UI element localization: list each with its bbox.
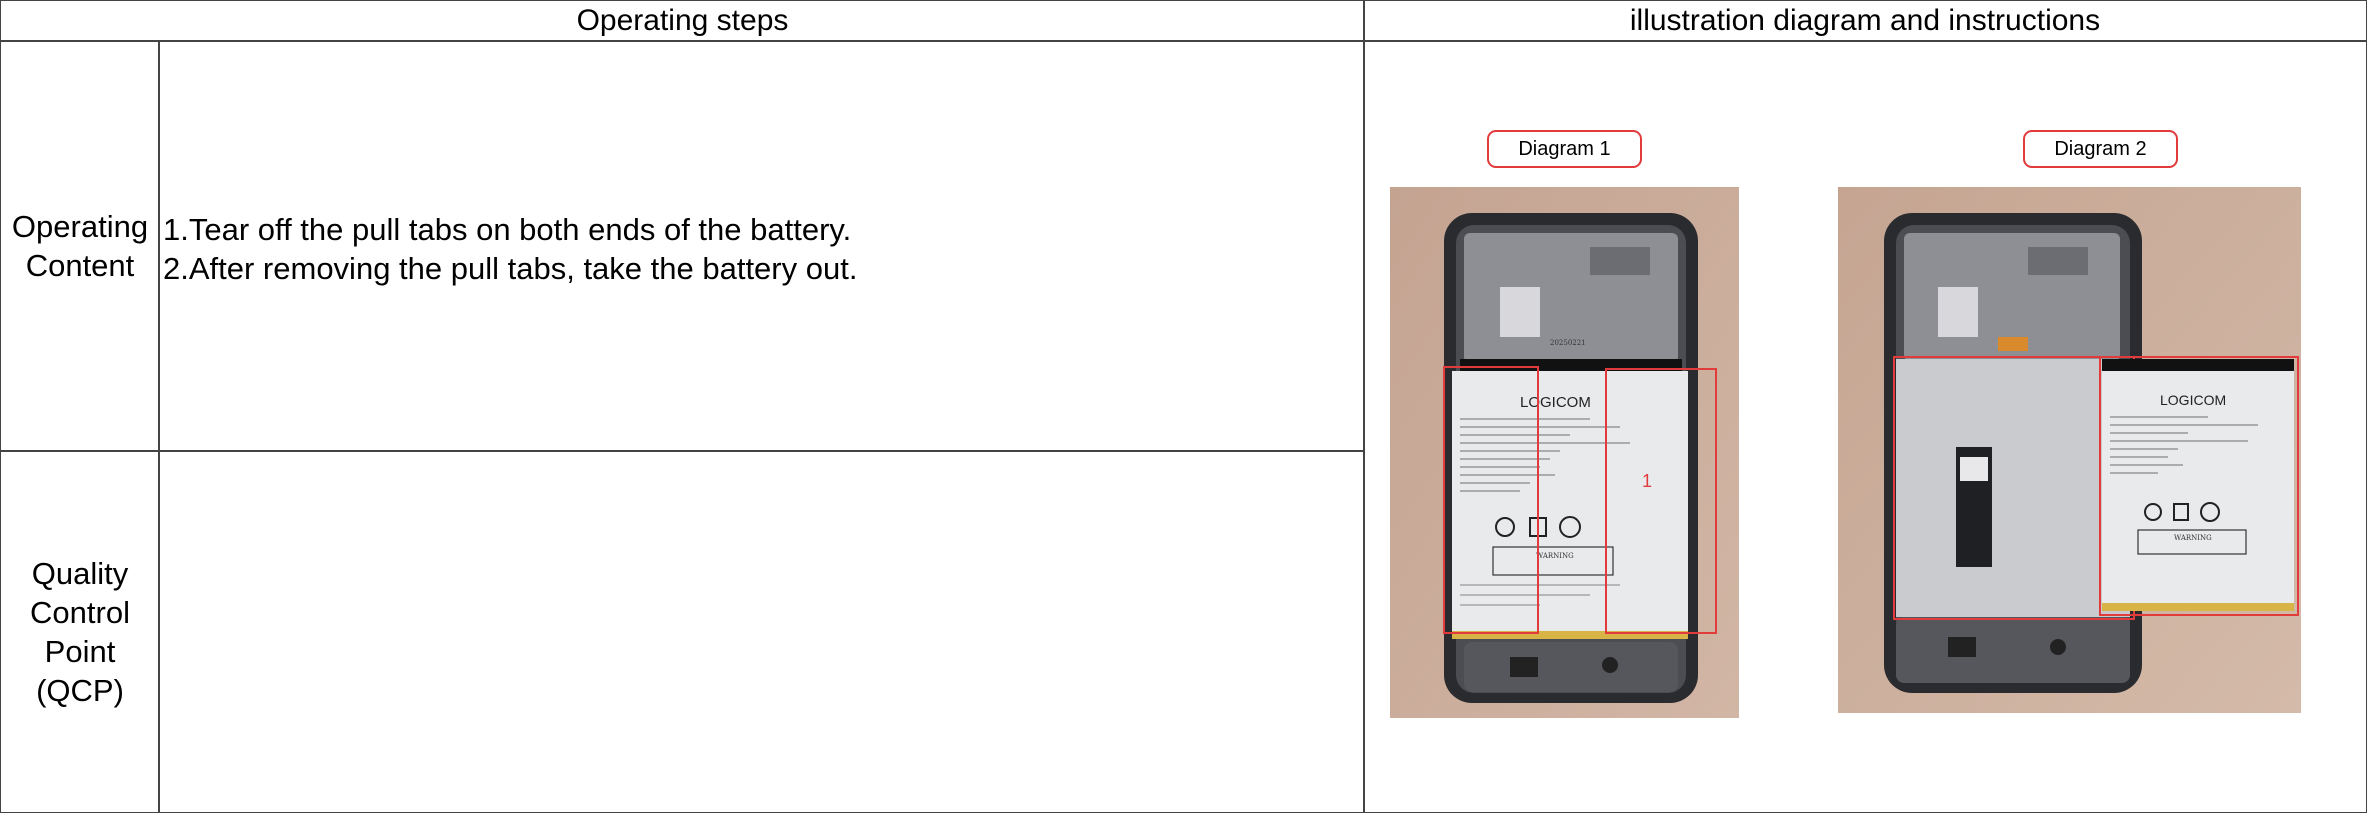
header-operating-steps: Operating steps bbox=[0, 0, 1365, 42]
diagram-2-photo: LOGICOM WARNING bbox=[1838, 187, 2301, 713]
step-2: 2.After removing the pull tabs, take the… bbox=[163, 251, 858, 286]
mid-frame-bottom bbox=[1464, 642, 1678, 692]
mid-frame-bottom bbox=[1896, 617, 2130, 683]
row-label-operating-content: Operating Content bbox=[0, 40, 160, 452]
header-operating-steps-text: Operating steps bbox=[576, 4, 789, 37]
shield-sticker bbox=[1500, 287, 1540, 337]
qcp-content-cell bbox=[158, 450, 1365, 813]
step-1: 1.Tear off the pull tabs on both ends of… bbox=[163, 212, 852, 247]
battery-brand: LOGICOM bbox=[1520, 394, 1591, 411]
header-illustration: illustration diagram and instructions bbox=[1363, 0, 2367, 42]
diagram-2-label: Diagram 2 bbox=[2023, 130, 2178, 168]
vibrator bbox=[1602, 657, 1618, 673]
vibrator bbox=[2050, 639, 2066, 655]
row-label-line: Control bbox=[30, 594, 130, 630]
diagram-2-label-text: Diagram 2 bbox=[2054, 137, 2147, 160]
row-label-line: Content bbox=[25, 248, 135, 283]
camera-module bbox=[2028, 247, 2088, 275]
usb-port bbox=[1948, 637, 1976, 657]
row-label-line: Quality bbox=[31, 555, 129, 591]
diagram-1-label-text: Diagram 1 bbox=[1518, 137, 1611, 160]
removed-battery-gold-edge bbox=[2102, 603, 2294, 611]
usb-port bbox=[1510, 657, 1538, 677]
frame-code: 20250221 bbox=[1550, 339, 1586, 347]
diagram-1-photo: 20250221 LOGICOM WARNING 1 bbox=[1390, 187, 1739, 718]
diagram-1-label: Diagram 1 bbox=[1487, 130, 1642, 168]
diagram-2-photo-svg: LOGICOM WARNING bbox=[1838, 187, 2301, 713]
removed-battery-top-strip bbox=[2102, 359, 2294, 371]
removed-battery-brand: LOGICOM bbox=[2160, 392, 2226, 408]
shield-sticker bbox=[1938, 287, 1978, 337]
header-illustration-text: illustration diagram and instructions bbox=[1629, 4, 2101, 37]
warning-text: WARNING bbox=[1536, 552, 1574, 560]
empty-battery-bay bbox=[1896, 359, 2130, 617]
operating-content-cell: 1.Tear off the pull tabs on both ends of… bbox=[158, 40, 1365, 452]
operation-sheet: Operating steps illustration diagram and… bbox=[0, 0, 2367, 813]
diagram-1-photo-svg: 20250221 LOGICOM WARNING 1 bbox=[1390, 187, 1739, 718]
flex-cable bbox=[1998, 337, 2028, 351]
bay-qr-label bbox=[1960, 457, 1988, 481]
tab-marker: 1 bbox=[1642, 471, 1652, 491]
removed-warning-text: WARNING bbox=[2174, 534, 2212, 542]
row-label-line: Point bbox=[44, 633, 116, 669]
row-label-line: (QCP) bbox=[36, 672, 124, 708]
row-label-line: Operating bbox=[11, 209, 149, 244]
camera-module bbox=[1590, 247, 1650, 275]
row-label-qcp: Quality Control Point (QCP) bbox=[0, 450, 160, 813]
